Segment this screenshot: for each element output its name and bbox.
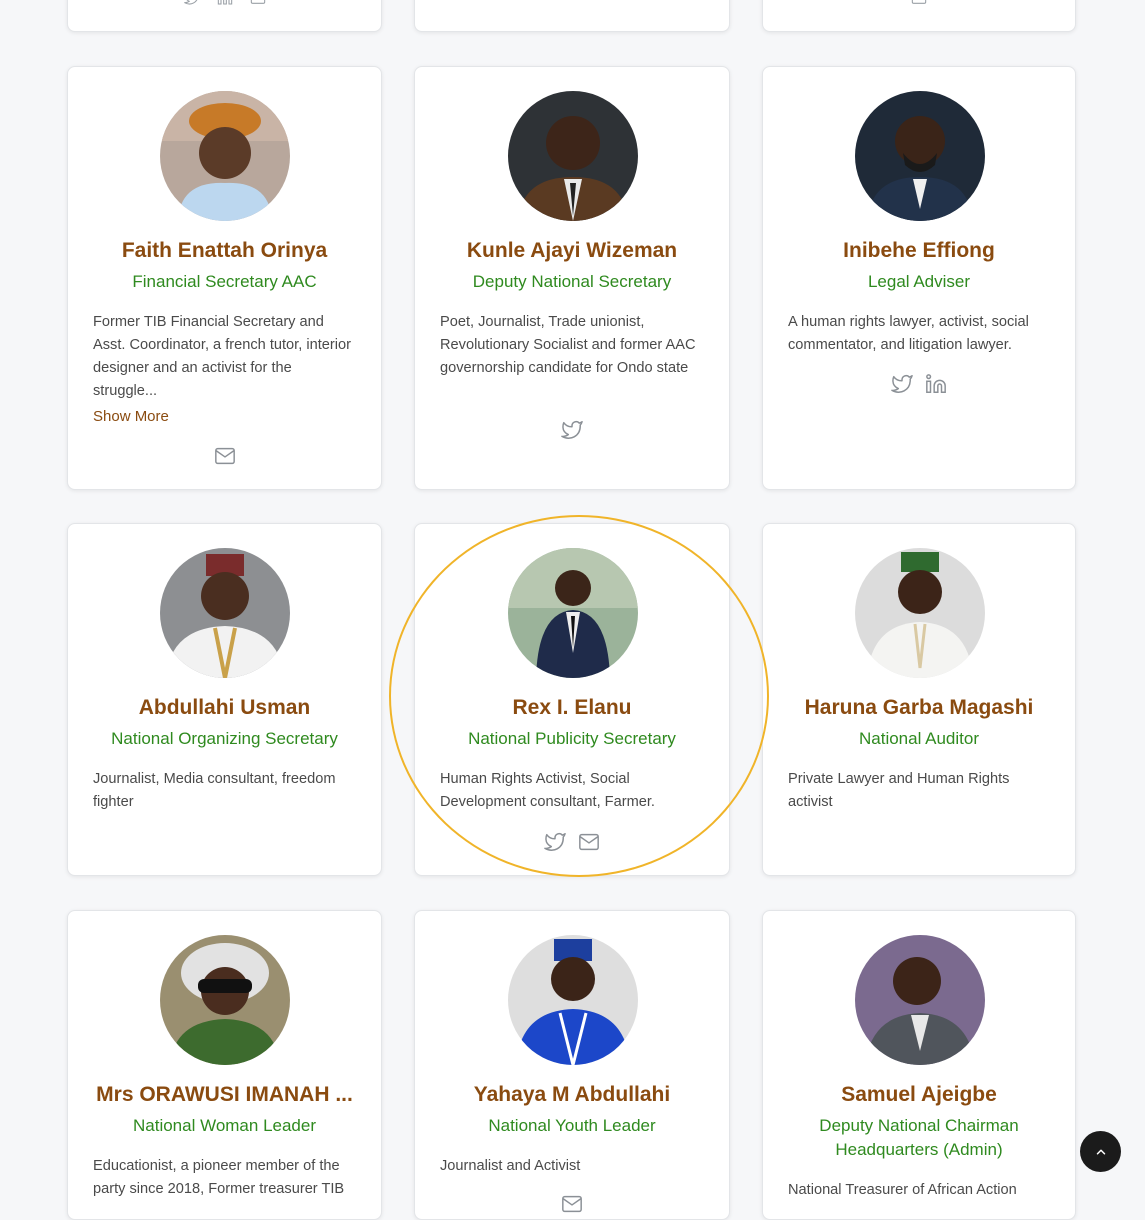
member-name: Samuel Ajeigbe <box>841 1083 997 1106</box>
member-role: National Publicity Secretary <box>468 729 676 748</box>
member-card: Haruna Garba Magashi National Auditor Pr… <box>762 523 1076 876</box>
member-bio: Poet, Journalist, Trade unionist, Revolu… <box>440 314 696 376</box>
member-bio: Journalist, Media consultant, freedom fi… <box>93 771 336 810</box>
member-role: National Youth Leader <box>488 1116 656 1135</box>
member-name: Rex I. Elanu <box>512 696 632 719</box>
member-name: Mrs ORAWUSI IMANAH ... <box>96 1083 353 1106</box>
twitter-icon[interactable] <box>181 0 203 6</box>
member-card: Mrs ORAWUSI IMANAH ... National Woman Le… <box>67 910 382 1220</box>
member-card: Abdullahi Usman National Organizing Secr… <box>67 523 382 876</box>
member-photo <box>160 935 290 1065</box>
member-name: Inibehe Effiong <box>843 239 995 262</box>
mail-icon[interactable] <box>247 0 269 6</box>
member-card: Samuel Ajeigbe Deputy National Chairman … <box>762 910 1076 1220</box>
member-photo <box>855 91 985 221</box>
linkedin-icon[interactable] <box>925 373 947 395</box>
card-social-links <box>763 373 1075 395</box>
card-social-links <box>415 1193 729 1215</box>
member-card: Kunle Ajayi Wizeman Deputy National Secr… <box>414 66 730 490</box>
member-bio: Private Lawyer and Human Rights activist <box>788 771 1010 810</box>
card-social-links <box>415 831 729 853</box>
member-role: National Woman Leader <box>132 1116 316 1135</box>
member-bio: Former TIB Financial Secretary and Asst.… <box>93 314 351 399</box>
member-bio: A human rights lawyer, activist, social … <box>788 314 1029 353</box>
mail-icon[interactable] <box>561 1193 583 1215</box>
mail-icon[interactable] <box>214 445 236 467</box>
member-photo <box>855 935 985 1065</box>
member-bio: Human Rights Activist, Social Developmen… <box>440 771 655 810</box>
member-photo <box>160 548 290 678</box>
member-photo <box>508 548 638 678</box>
member-card: Inibehe Effiong Legal Adviser A human ri… <box>762 66 1076 490</box>
mail-icon[interactable] <box>578 831 600 853</box>
member-bio: National Treasurer of African Action <box>788 1182 1017 1198</box>
member-role: Deputy National Chairman Headquarters (A… <box>819 1116 1019 1159</box>
member-name: Yahaya M Abdullahi <box>473 1083 671 1106</box>
card-social-links <box>415 419 729 441</box>
chevron-up-icon <box>1096 1148 1105 1155</box>
member-photo <box>508 935 638 1065</box>
member-name: Kunle Ajayi Wizeman <box>466 239 678 262</box>
member-bio: Journalist and Activist <box>440 1158 581 1174</box>
member-card-partial <box>414 0 730 32</box>
twitter-icon[interactable] <box>561 419 583 441</box>
member-photo <box>160 91 290 221</box>
show-more-link[interactable]: Show More <box>93 408 169 425</box>
member-card: Yahaya M Abdullahi National Youth Leader… <box>414 910 730 1220</box>
member-bio: Educationist, a pioneer member of the pa… <box>93 1158 345 1197</box>
scroll-to-top-button[interactable] <box>1080 1131 1121 1172</box>
member-photo <box>855 548 985 678</box>
member-role: National Auditor <box>858 729 980 748</box>
mail-icon[interactable] <box>908 0 930 6</box>
member-name: Haruna Garba Magashi <box>804 696 1034 719</box>
card-social-links <box>68 445 381 467</box>
twitter-icon[interactable] <box>891 373 913 395</box>
member-name: Abdullahi Usman <box>138 696 311 719</box>
member-card: Faith Enattah Orinya Financial Secretary… <box>67 66 382 490</box>
member-role: Deputy National Secretary <box>472 272 672 291</box>
member-role: National Organizing Secretary <box>111 729 338 748</box>
linkedin-icon[interactable] <box>214 0 236 6</box>
member-card: Rex I. Elanu National Publicity Secretar… <box>414 523 730 876</box>
member-name: Faith Enattah Orinya <box>121 239 328 262</box>
member-role: Financial Secretary AAC <box>132 272 317 291</box>
member-photo <box>508 91 638 221</box>
member-role: Legal Adviser <box>867 272 971 291</box>
twitter-icon[interactable] <box>544 831 566 853</box>
